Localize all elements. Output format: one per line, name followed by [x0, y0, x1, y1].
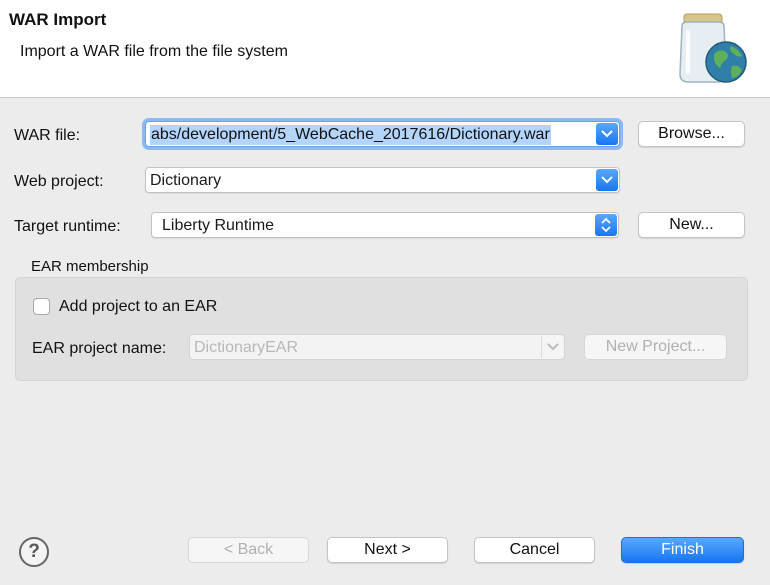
wizard-description: Import a WAR file from the file system: [20, 43, 288, 60]
target-runtime-select[interactable]: Liberty Runtime: [151, 212, 619, 238]
target-runtime-label: Target runtime:: [14, 218, 121, 235]
target-runtime-stepper-button[interactable]: [595, 214, 617, 236]
ear-membership-group: [15, 277, 748, 381]
web-project-combo[interactable]: Dictionary: [145, 167, 620, 193]
web-project-label: Web project:: [14, 173, 104, 190]
cancel-button[interactable]: Cancel: [474, 537, 595, 563]
wizard-header: WAR Import Import a WAR file from the fi…: [0, 0, 770, 98]
war-file-input[interactable]: abs/development/5_WebCache_2017616/Dicti…: [150, 125, 551, 145]
target-runtime-value: Liberty Runtime: [162, 217, 275, 234]
add-to-ear-checkbox[interactable]: [33, 298, 50, 315]
ear-membership-group-label: EAR membership: [31, 258, 149, 275]
new-runtime-button[interactable]: New...: [638, 212, 745, 238]
chevron-down-icon: [546, 343, 559, 351]
new-ear-project-button[interactable]: New Project...: [584, 334, 727, 360]
help-glyph: ?: [28, 541, 40, 562]
back-button[interactable]: < Back: [188, 537, 309, 563]
web-project-input[interactable]: Dictionary: [150, 171, 593, 191]
help-icon[interactable]: ?: [19, 537, 49, 567]
chevron-down-icon: [601, 176, 613, 184]
updown-chevron-icon: [601, 217, 611, 233]
ear-project-name-label: EAR project name:: [32, 340, 167, 357]
add-to-ear-label[interactable]: Add project to an EAR: [59, 298, 217, 316]
ear-project-name-input[interactable]: DictionaryEAR: [194, 338, 538, 358]
ear-project-name-combo[interactable]: DictionaryEAR: [189, 334, 565, 360]
war-file-dropdown-button[interactable]: [596, 123, 618, 145]
ear-project-dropdown-button[interactable]: [541, 336, 563, 358]
wizard-title: WAR Import: [9, 10, 107, 29]
finish-button[interactable]: Finish: [621, 537, 744, 563]
web-project-dropdown-button[interactable]: [596, 169, 618, 191]
browse-button[interactable]: Browse...: [638, 121, 745, 147]
war-file-combo[interactable]: abs/development/5_WebCache_2017616/Dicti…: [145, 121, 620, 147]
jar-globe-icon: [679, 13, 747, 83]
next-button[interactable]: Next >: [327, 537, 448, 563]
chevron-down-icon: [601, 130, 613, 138]
war-file-label: WAR file:: [14, 127, 81, 144]
